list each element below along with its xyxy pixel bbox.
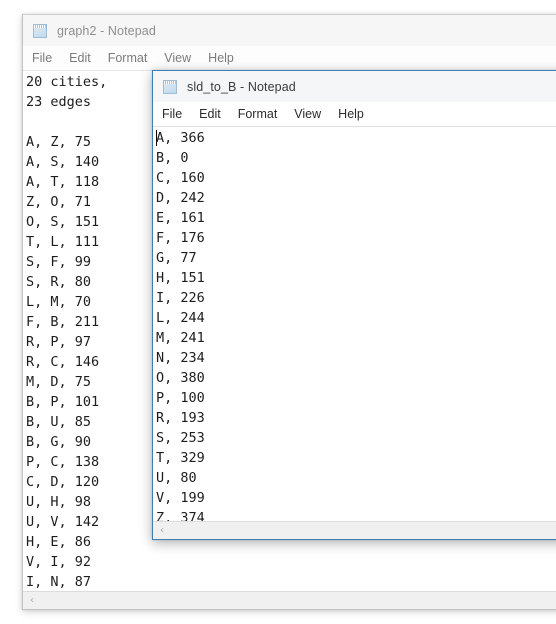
menu-item-format[interactable]: Format	[238, 107, 278, 121]
notepad-icon	[32, 22, 49, 39]
menu-item-help[interactable]: Help	[208, 51, 234, 65]
menu-item-file[interactable]: File	[162, 107, 182, 121]
menu-item-view[interactable]: View	[164, 51, 191, 65]
menu-item-file[interactable]: File	[32, 51, 52, 65]
menubar-graph2[interactable]: File Edit Format View Help	[23, 46, 556, 71]
text-area-sld-to-b[interactable]: A, 366 B, 0 C, 160 D, 242 E, 161 F, 176 …	[153, 127, 556, 521]
menu-item-format[interactable]: Format	[108, 51, 148, 65]
menu-item-view[interactable]: View	[294, 107, 321, 121]
sld-to-b-text-content[interactable]: A, 366 B, 0 C, 160 D, 242 E, 161 F, 176 …	[156, 128, 556, 521]
menubar-sld-to-b[interactable]: File Edit Format View Help	[153, 102, 556, 127]
window-title-sld-to-b: sld_to_B - Notepad	[187, 79, 296, 94]
menu-item-help[interactable]: Help	[338, 107, 364, 121]
window-title-graph2: graph2 - Notepad	[57, 23, 156, 38]
titlebar-sld-to-b[interactable]: sld_to_B - Notepad	[153, 71, 556, 102]
notepad-icon	[162, 78, 179, 95]
horizontal-scrollbar-sld-to-b[interactable]: ‹	[153, 521, 556, 539]
menu-item-edit[interactable]: Edit	[69, 51, 91, 65]
scroll-left-arrow-icon[interactable]: ‹	[153, 522, 171, 539]
titlebar-graph2[interactable]: graph2 - Notepad	[23, 15, 556, 46]
scroll-left-arrow-icon[interactable]: ‹	[23, 592, 41, 609]
horizontal-scrollbar-graph2[interactable]: ‹	[23, 591, 556, 609]
notepad-window-sld-to-b[interactable]: sld_to_B - Notepad File Edit Format View…	[152, 70, 556, 540]
menu-item-edit[interactable]: Edit	[199, 107, 221, 121]
